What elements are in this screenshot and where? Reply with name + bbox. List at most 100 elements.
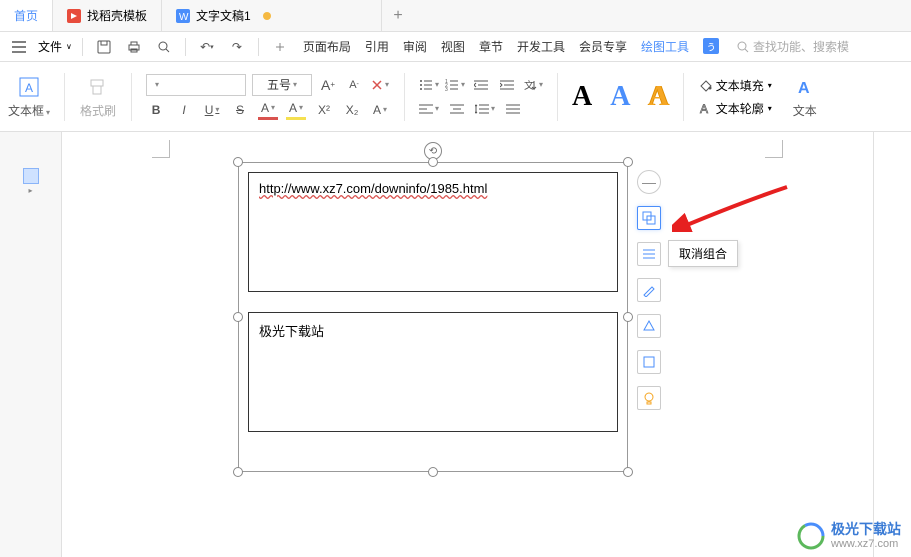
distribute-button[interactable] [503, 99, 523, 119]
separator [131, 73, 132, 121]
print-button[interactable] [123, 36, 145, 58]
unsaved-dot-icon [263, 12, 271, 20]
align-button[interactable] [419, 99, 439, 119]
search-icon [737, 41, 749, 53]
ribbon-tabs: 页面布局 引用 审阅 视图 章节 开发工具 会员专享 绘图工具 ぅ [303, 38, 719, 55]
increase-indent-button[interactable] [497, 75, 517, 95]
hamburger-menu-button[interactable] [8, 36, 30, 58]
search-placeholder: 查找功能、搜索模 [753, 38, 849, 55]
shape-tool-button[interactable] [637, 314, 661, 338]
clear-format-button[interactable] [370, 75, 390, 95]
text-outline-button[interactable]: A文本轮廓▾ [698, 100, 772, 117]
line-spacing-button[interactable] [475, 99, 495, 119]
page-corner-icon [152, 140, 170, 158]
text-style-a3[interactable]: A [649, 81, 669, 113]
tab-add-button[interactable]: + [382, 0, 414, 31]
text-style-a2[interactable]: A [610, 81, 630, 113]
menu-tab-view[interactable]: 视图 [441, 38, 465, 55]
highlight-button[interactable]: A [286, 100, 306, 120]
resize-handle[interactable] [623, 312, 633, 322]
italic-button[interactable]: I [174, 100, 194, 120]
floating-toolbar: — [637, 170, 661, 410]
frame-tool-button[interactable] [637, 350, 661, 374]
tab-home[interactable]: 首页 [0, 0, 53, 31]
tab-template[interactable]: 找稻壳模板 [53, 0, 162, 31]
collapse-button[interactable]: — [637, 170, 661, 194]
word-icon: W [176, 9, 190, 23]
menu-tab-member[interactable]: 会员专享 [579, 38, 627, 55]
text-fill-button[interactable]: 文本填充▾ [698, 77, 772, 94]
outline-arrow-icon: ▸ [28, 186, 32, 195]
svg-text:A: A [25, 81, 33, 95]
save-button[interactable] [93, 36, 115, 58]
textbox-2-text: 极光下载站 [259, 324, 324, 339]
menu-tab-reference[interactable]: 引用 [365, 38, 389, 55]
menu-tab-chapter[interactable]: 章节 [479, 38, 503, 55]
font-group: 五号 A+ A- B I U S A A X² X₂ A [146, 74, 390, 120]
resize-handle[interactable] [233, 157, 243, 167]
selection-group[interactable]: ⟲ http://www.xz7.com/downinfo/1985.html … [248, 172, 618, 462]
separator [185, 38, 186, 56]
idea-tool-button[interactable] [637, 386, 661, 410]
bullet-list-button[interactable] [419, 75, 439, 95]
outline-icon[interactable] [23, 168, 39, 184]
tab-home-label: 首页 [14, 7, 38, 24]
expand-button[interactable] [269, 36, 291, 58]
resize-handle[interactable] [623, 157, 633, 167]
resize-handle[interactable] [233, 467, 243, 477]
tab-template-label: 找稻壳模板 [87, 7, 147, 24]
menu-tab-devtools[interactable]: 开发工具 [517, 38, 565, 55]
textbox-button[interactable]: A 文本框 [8, 74, 50, 119]
document-canvas[interactable]: ⟲ http://www.xz7.com/downinfo/1985.html … [62, 132, 873, 557]
svg-text:A: A [798, 80, 810, 97]
watermark-logo-icon [797, 522, 825, 550]
separator [82, 38, 83, 56]
separator [258, 38, 259, 56]
align-tool-button[interactable] [637, 242, 661, 266]
resize-handle[interactable] [623, 467, 633, 477]
textbox-2[interactable]: 极光下载站 [248, 312, 618, 432]
text-style-a1[interactable]: A [572, 81, 592, 113]
strike-button[interactable]: S [230, 100, 250, 120]
undo-button[interactable]: ↶▾ [196, 36, 218, 58]
search-box[interactable]: 查找功能、搜索模 [737, 38, 849, 55]
align-center-button[interactable] [447, 99, 467, 119]
ribbon: A 文本框 格式刷 五号 A+ A- B I U S A A X² X₂ A [0, 62, 911, 132]
ungroup-button[interactable] [637, 206, 661, 230]
formatpainter-button[interactable]: 格式刷 [79, 74, 117, 119]
pen-tool-button[interactable] [637, 278, 661, 302]
font-color-button[interactable]: A [258, 100, 278, 120]
resize-handle[interactable] [428, 157, 438, 167]
text-direction-button[interactable]: 文 [523, 75, 543, 95]
menu-tab-layout[interactable]: 页面布局 [303, 38, 351, 55]
increase-font-button[interactable]: A+ [318, 75, 338, 95]
bold-button[interactable]: B [146, 100, 166, 120]
underline-button[interactable]: U [202, 100, 222, 120]
menu-tab-review[interactable]: 审阅 [403, 38, 427, 55]
watermark-title: 极光下载站 [831, 521, 901, 538]
superscript-button[interactable]: X² [314, 100, 334, 120]
svg-text:W: W [179, 12, 189, 23]
menu-bar: 文件∨ ↶▾ ↷ 页面布局 引用 审阅 视图 章节 开发工具 会员专享 绘图工具… [0, 32, 911, 62]
font-size-select[interactable]: 五号 [252, 74, 312, 96]
preview-button[interactable] [153, 36, 175, 58]
paragraph-group: 123 文 [419, 75, 543, 119]
separator [404, 73, 405, 121]
redo-button[interactable]: ↷ [226, 36, 248, 58]
subscript-button[interactable]: X₂ [342, 100, 362, 120]
font-family-select[interactable] [146, 74, 246, 96]
text-effect-button[interactable]: A 文本 [786, 74, 824, 119]
textbox-1[interactable]: http://www.xz7.com/downinfo/1985.html [248, 172, 618, 292]
resize-handle[interactable] [233, 312, 243, 322]
number-list-button[interactable]: 123 [445, 75, 465, 95]
tab-doc[interactable]: W 文字文稿1 [162, 0, 382, 31]
change-case-button[interactable]: A [370, 100, 390, 120]
format-badge[interactable]: ぅ [703, 38, 719, 54]
outline-icon: A [698, 101, 712, 115]
resize-handle[interactable] [428, 467, 438, 477]
menu-tab-drawing[interactable]: 绘图工具 [641, 38, 689, 55]
paint-bucket-icon [698, 78, 712, 92]
decrease-font-button[interactable]: A- [344, 75, 364, 95]
decrease-indent-button[interactable] [471, 75, 491, 95]
file-menu-button[interactable]: 文件∨ [38, 38, 72, 55]
